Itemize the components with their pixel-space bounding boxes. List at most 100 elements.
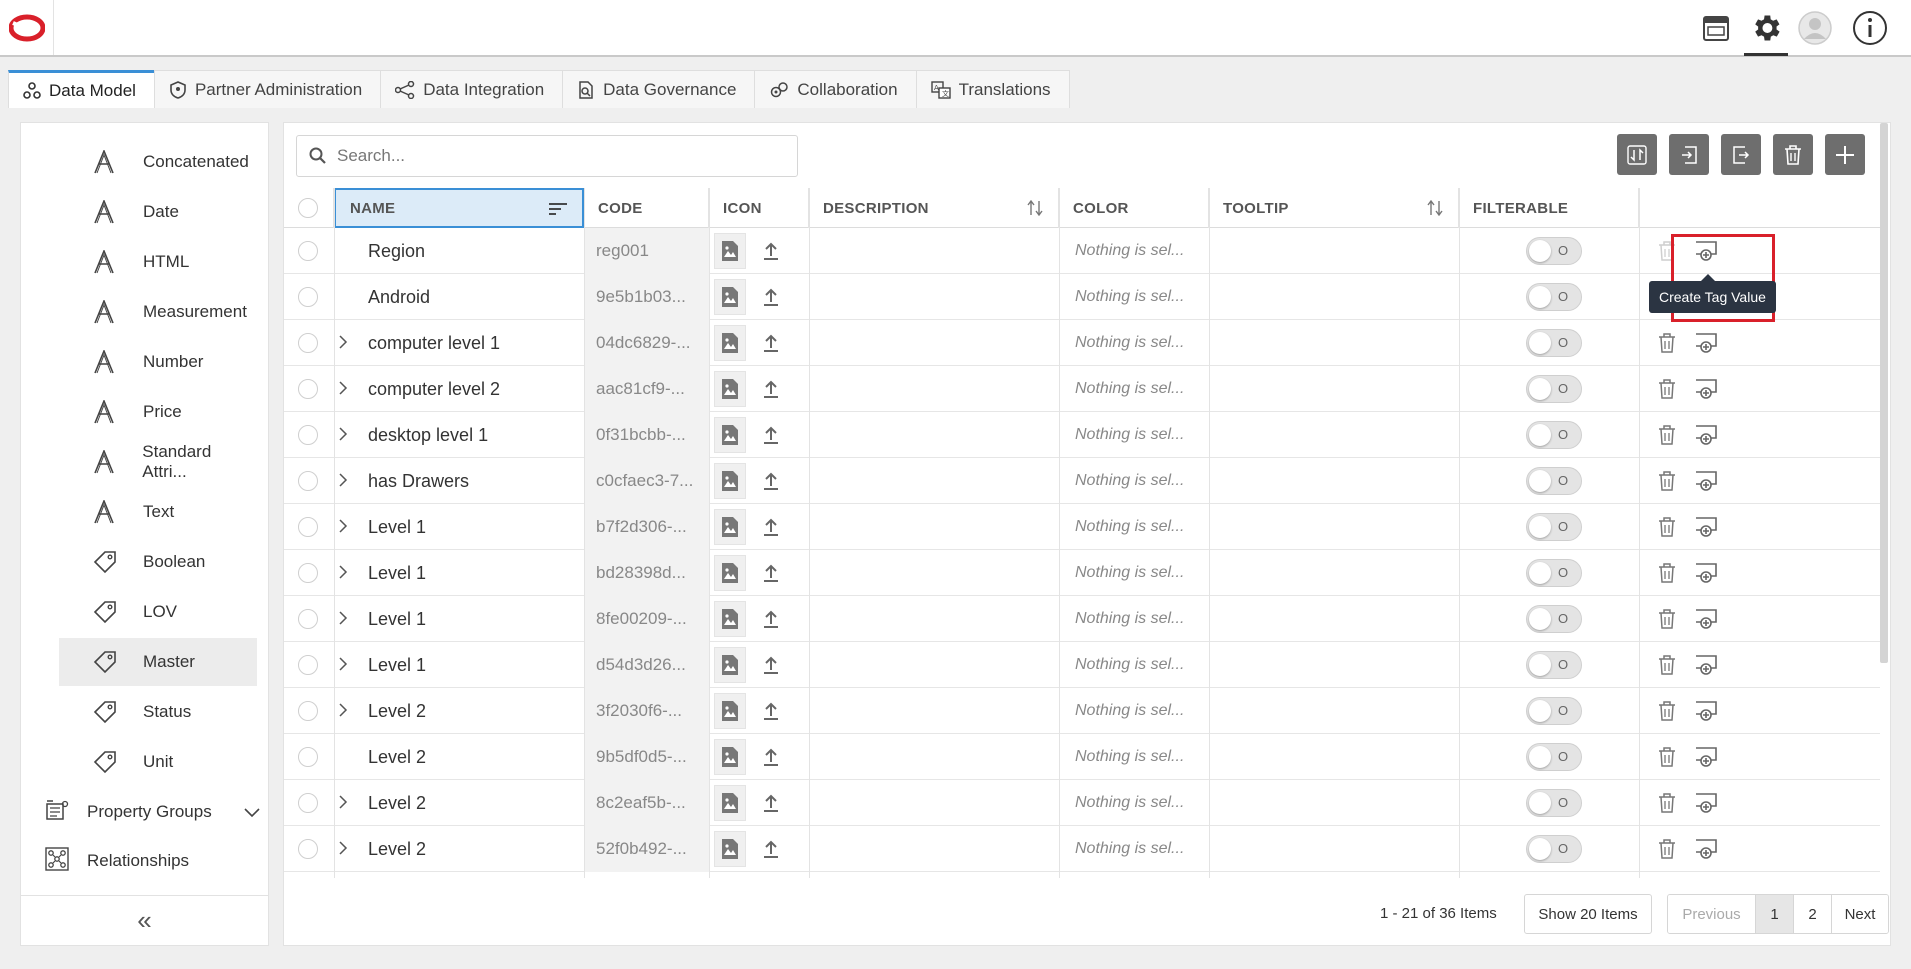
- sidebar-group-property-groups[interactable]: Property Groups: [45, 789, 260, 835]
- import-button[interactable]: [1669, 134, 1709, 175]
- filterable-toggle[interactable]: O: [1526, 421, 1582, 449]
- trash-icon[interactable]: [1658, 655, 1676, 675]
- row-name[interactable]: Level 2: [368, 747, 426, 768]
- sidebar-item-boolean[interactable]: Boolean: [59, 538, 257, 586]
- trash-icon[interactable]: [1658, 563, 1676, 583]
- row-select-radio[interactable]: [298, 701, 318, 721]
- color-select[interactable]: Nothing is sel...: [1075, 274, 1209, 320]
- row-select-radio[interactable]: [298, 563, 318, 583]
- trash-icon[interactable]: [1658, 839, 1676, 859]
- row-name[interactable]: Level 1: [368, 655, 426, 676]
- description-cell[interactable]: [809, 228, 1059, 274]
- sidebar-item-status[interactable]: Status: [59, 688, 257, 736]
- tab-collaboration[interactable]: Collaboration: [754, 70, 917, 108]
- filterable-toggle[interactable]: O: [1526, 375, 1582, 403]
- color-select[interactable]: Nothing is sel...: [1075, 734, 1209, 780]
- next-page-button[interactable]: Next: [1832, 895, 1888, 933]
- filterable-toggle[interactable]: O: [1526, 283, 1582, 311]
- filterable-toggle[interactable]: O: [1526, 789, 1582, 817]
- color-select[interactable]: Nothing is sel...: [1075, 780, 1209, 826]
- table-row[interactable]: Level 2 52f0b492-... Nothing is sel... O: [284, 826, 1880, 872]
- row-select-radio[interactable]: [298, 379, 318, 399]
- sidebar-item-number[interactable]: Number: [59, 338, 257, 386]
- row-select-radio[interactable]: [298, 287, 318, 307]
- trash-icon[interactable]: [1658, 333, 1676, 353]
- row-select-radio[interactable]: [298, 241, 318, 261]
- chevron-right-icon[interactable]: [338, 655, 358, 676]
- tooltip-cell[interactable]: [1209, 458, 1459, 504]
- info-icon[interactable]: [1850, 8, 1890, 48]
- table-row[interactable]: computer level 1 04dc6829-... Nothing is s…: [284, 320, 1880, 366]
- tab-partner-administration[interactable]: Partner Administration: [153, 70, 382, 108]
- trash-icon[interactable]: [1658, 793, 1676, 813]
- tooltip-cell[interactable]: [1209, 320, 1459, 366]
- tooltip-cell[interactable]: [1209, 734, 1459, 780]
- table-row[interactable]: Level 1 b7f2d306-... Nothing is sel... O: [284, 504, 1880, 550]
- chevron-down-icon[interactable]: [244, 803, 260, 823]
- description-cell[interactable]: [809, 412, 1059, 458]
- chevron-right-icon[interactable]: [338, 701, 358, 722]
- tab-data-governance[interactable]: Data Governance: [562, 70, 756, 108]
- chevron-right-icon[interactable]: [338, 425, 358, 446]
- export-button[interactable]: [1721, 134, 1761, 175]
- create-tag-value-icon[interactable]: [1694, 792, 1718, 814]
- filterable-toggle[interactable]: O: [1526, 513, 1582, 541]
- create-tag-value-icon[interactable]: [1694, 700, 1718, 722]
- chevron-right-icon[interactable]: [338, 471, 358, 492]
- upload-icon[interactable]: [762, 793, 780, 813]
- table-row[interactable]: Region reg001 Nothing is sel... O: [284, 228, 1880, 274]
- color-select[interactable]: Nothing is sel...: [1075, 596, 1209, 642]
- description-cell[interactable]: [809, 504, 1059, 550]
- tooltip-cell[interactable]: [1209, 550, 1459, 596]
- description-cell[interactable]: [809, 734, 1059, 780]
- row-name[interactable]: Level 1: [368, 563, 426, 584]
- row-name[interactable]: desktop level 1: [368, 425, 488, 446]
- row-name[interactable]: Android: [368, 287, 430, 308]
- column-header-tooltip[interactable]: TOOLTIP: [1209, 188, 1459, 228]
- row-name[interactable]: Region: [368, 241, 425, 262]
- gear-icon[interactable]: [1746, 8, 1786, 48]
- column-header-description[interactable]: DESCRIPTION: [809, 188, 1059, 228]
- row-select-radio[interactable]: [298, 609, 318, 629]
- row-select-radio[interactable]: [298, 655, 318, 675]
- upload-icon[interactable]: [762, 471, 780, 491]
- filterable-toggle[interactable]: O: [1526, 835, 1582, 863]
- sidebar-item-unit[interactable]: Unit: [59, 738, 257, 786]
- table-row[interactable]: Level 1 d54d3d26... Nothing is sel... O: [284, 642, 1880, 688]
- chevron-right-icon[interactable]: [338, 839, 358, 860]
- description-cell[interactable]: [809, 596, 1059, 642]
- color-select[interactable]: Nothing is sel...: [1075, 366, 1209, 412]
- upload-icon[interactable]: [762, 333, 780, 353]
- trash-icon[interactable]: [1658, 747, 1676, 767]
- tooltip-cell[interactable]: [1209, 412, 1459, 458]
- row-name[interactable]: computer level 1: [368, 333, 500, 354]
- create-tag-value-icon[interactable]: [1694, 608, 1718, 630]
- trash-icon[interactable]: [1658, 425, 1676, 445]
- create-tag-value-icon[interactable]: [1694, 332, 1718, 354]
- sidebar-item-price[interactable]: Price: [59, 388, 257, 436]
- row-select-radio[interactable]: [298, 471, 318, 491]
- row-name[interactable]: Level 1: [368, 609, 426, 630]
- filterable-toggle[interactable]: O: [1526, 743, 1582, 771]
- upload-icon[interactable]: [762, 425, 780, 445]
- select-all-radio[interactable]: [298, 198, 318, 218]
- color-select[interactable]: Nothing is sel...: [1075, 642, 1209, 688]
- trash-icon[interactable]: [1658, 609, 1676, 629]
- column-header-filterable[interactable]: FILTERABLE: [1459, 188, 1639, 228]
- table-row[interactable]: Level 2 8c2eaf5b-... Nothing is sel... O: [284, 780, 1880, 826]
- filterable-toggle[interactable]: O: [1526, 697, 1582, 725]
- delete-button[interactable]: [1773, 134, 1813, 175]
- sidebar-group-relationships[interactable]: Relationships: [45, 838, 260, 884]
- sync-button[interactable]: [1617, 134, 1657, 175]
- column-header-name[interactable]: NAME: [334, 188, 584, 228]
- table-row[interactable]: computer level 2 aac81cf9-... Nothing is s…: [284, 366, 1880, 412]
- create-tag-value-icon[interactable]: [1694, 838, 1718, 860]
- tooltip-cell[interactable]: [1209, 780, 1459, 826]
- trash-icon[interactable]: [1658, 379, 1676, 399]
- description-cell[interactable]: [809, 366, 1059, 412]
- vertical-scrollbar[interactable]: [1880, 123, 1888, 663]
- collapse-sidebar-button[interactable]: «: [21, 895, 268, 945]
- table-row[interactable]: has Drawers c0cfaec3-7... Nothing is sel..…: [284, 458, 1880, 504]
- app-logo[interactable]: [0, 0, 54, 55]
- chevron-right-icon[interactable]: [338, 517, 358, 538]
